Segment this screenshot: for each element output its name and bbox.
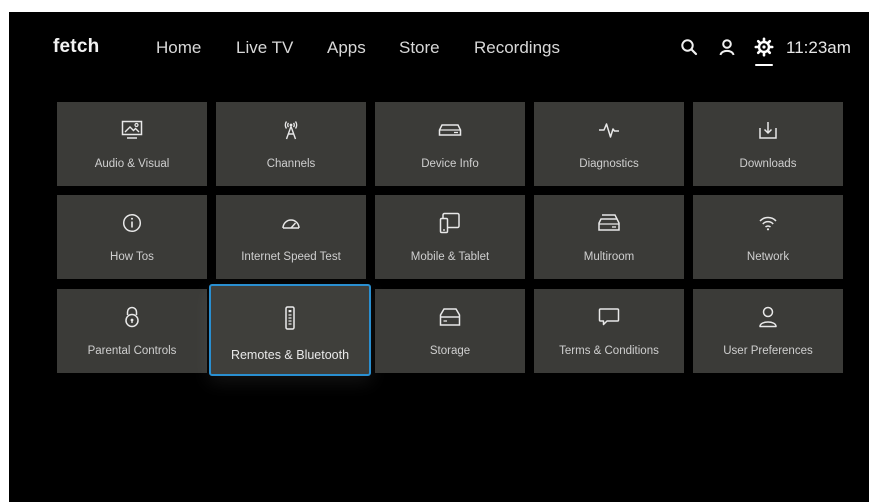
tile-label: Downloads xyxy=(739,158,797,170)
message-icon xyxy=(598,308,620,326)
tile-network[interactable]: Network xyxy=(693,195,843,279)
search-icon xyxy=(681,39,698,56)
tile-mobile-tablet[interactable]: Mobile & Tablet xyxy=(375,195,525,279)
tile-downloads[interactable]: Downloads xyxy=(693,102,843,186)
user-icon xyxy=(719,39,735,56)
nav-item-home[interactable]: Home xyxy=(156,38,201,58)
clock: 11:23am xyxy=(786,38,851,57)
mobile-tablet-icon xyxy=(439,212,460,234)
tile-label: Remotes & Bluetooth xyxy=(230,348,350,362)
tile-label: Terms & Conditions xyxy=(559,345,659,357)
antenna-icon xyxy=(284,121,298,140)
profile-button[interactable] xyxy=(716,36,738,58)
tile-label: Audio & Visual xyxy=(94,158,170,170)
tile-device-info[interactable]: Device Info xyxy=(375,102,525,186)
tile-how-tos[interactable]: How Tos xyxy=(57,195,207,279)
wifi-icon xyxy=(759,216,777,231)
user-icon xyxy=(759,306,777,328)
nav-item-live-tv[interactable]: Live TV xyxy=(236,38,293,58)
multiroom-icon xyxy=(598,214,620,231)
fetch-logo: fetch xyxy=(53,36,100,57)
tile-diagnostics[interactable]: Diagnostics xyxy=(534,102,684,186)
tile-label: Storage xyxy=(429,345,471,357)
gear-icon xyxy=(754,37,774,57)
tile-label: Diagnostics xyxy=(579,158,639,170)
search-button[interactable] xyxy=(678,36,700,58)
tile-channels[interactable]: Channels xyxy=(216,102,366,186)
tile-label: How Tos xyxy=(110,251,154,263)
nav-item-apps[interactable]: Apps xyxy=(327,38,366,58)
tile-label: User Preferences xyxy=(723,345,813,357)
tile-label: Channels xyxy=(266,158,316,170)
settings-button[interactable] xyxy=(753,36,775,58)
tile-label: Mobile & Tablet xyxy=(410,251,490,263)
nav-item-store[interactable]: Store xyxy=(399,38,440,58)
tile-parental-controls[interactable]: Parental Controls xyxy=(57,289,207,373)
set-top-box-icon xyxy=(438,124,462,136)
tile-storage[interactable]: Storage xyxy=(375,289,525,373)
tile-internet-speed-test[interactable]: Internet Speed Test xyxy=(216,195,366,279)
tile-label: Network xyxy=(746,251,790,263)
speedometer-icon xyxy=(282,219,300,229)
tile-multiroom[interactable]: Multiroom xyxy=(534,195,684,279)
storage-icon xyxy=(439,308,461,326)
tile-label: Internet Speed Test xyxy=(241,251,341,263)
download-icon xyxy=(759,122,777,139)
lock-icon xyxy=(125,306,139,328)
tile-label: Device Info xyxy=(421,158,479,170)
tile-terms-conditions[interactable]: Terms & Conditions xyxy=(534,289,684,373)
settings-selected-indicator xyxy=(755,64,773,66)
pulse-icon xyxy=(599,123,619,138)
tile-label: Parental Controls xyxy=(87,345,177,357)
top-navigation-bar: fetch Home Live TV Apps Store Recordings xyxy=(9,12,869,82)
nav-item-recordings[interactable]: Recordings xyxy=(474,38,560,58)
remote-icon xyxy=(285,306,295,330)
tile-audio-visual[interactable]: Audio & Visual xyxy=(57,102,207,186)
tile-user-preferences[interactable]: User Preferences xyxy=(693,289,843,373)
info-icon xyxy=(122,213,142,233)
tile-remotes-bluetooth[interactable]: Remotes & Bluetooth xyxy=(209,284,371,376)
picture-icon xyxy=(121,120,143,139)
tile-label: Multiroom xyxy=(583,251,635,263)
tv-screen: fetch Home Live TV Apps Store Recordings xyxy=(9,12,869,502)
